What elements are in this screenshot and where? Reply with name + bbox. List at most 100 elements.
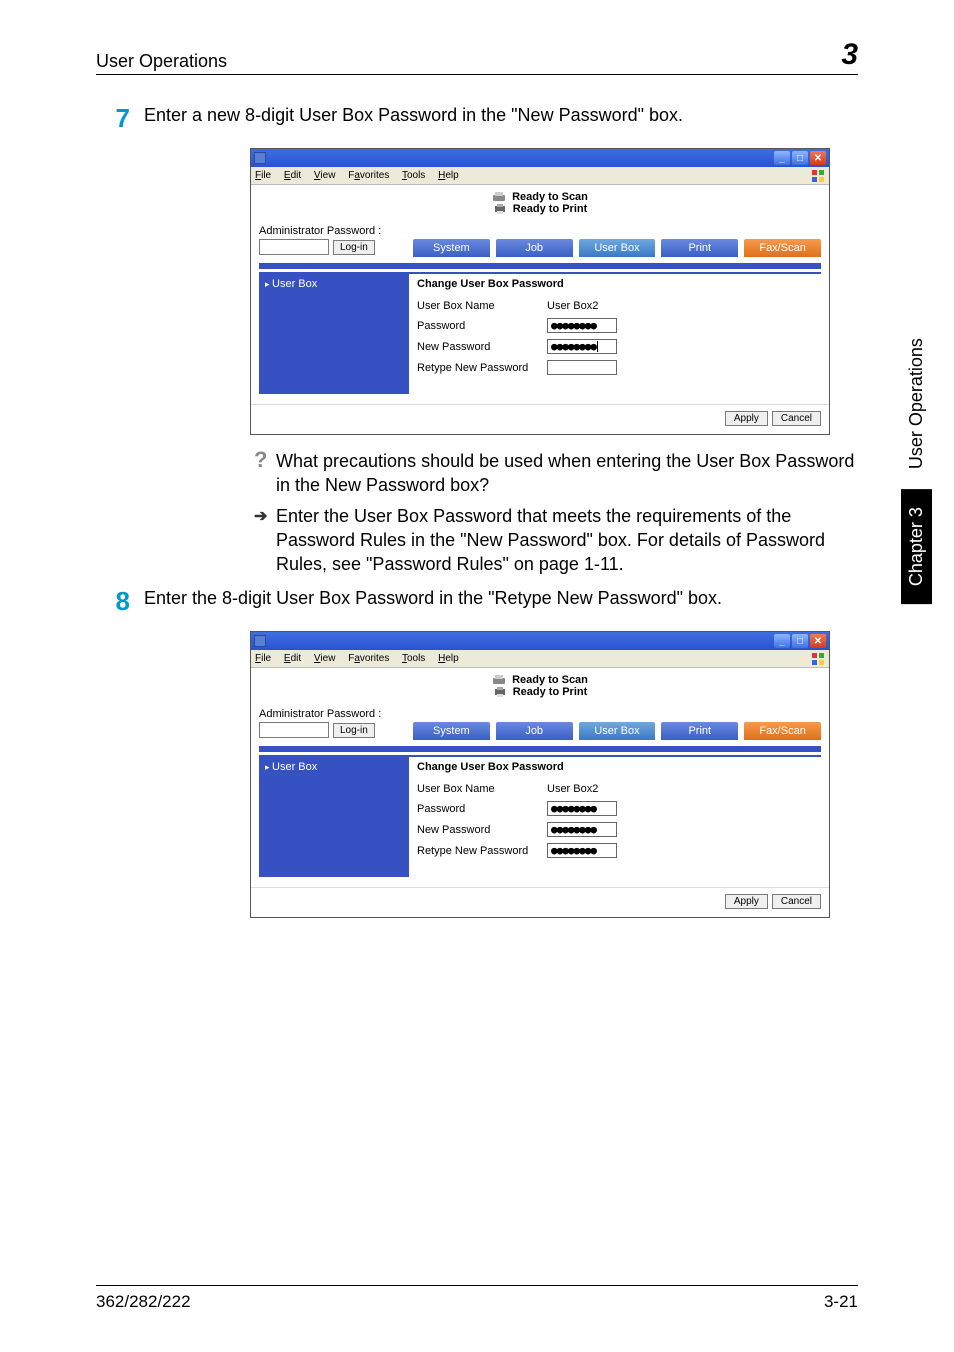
header-chapter-num: 3 [841, 38, 858, 72]
form-title: Change User Box Password [417, 761, 813, 773]
value-userbox-name: User Box2 [547, 300, 598, 312]
label-password: Password [417, 320, 547, 332]
close-button[interactable]: ✕ [810, 151, 826, 165]
page-footer: 362/282/222 3-21 [96, 1285, 858, 1312]
step-7: 7 Enter a new 8-digit User Box Password … [96, 103, 858, 134]
window-title-bar: _ □ ✕ [251, 149, 829, 167]
sidebar: User Box [259, 757, 409, 877]
new-password-input[interactable]: ●●●●●●●● [547, 822, 617, 837]
tab-strip: System Job User Box Print Fax/Scan [409, 722, 821, 740]
maximize-button[interactable]: □ [792, 634, 808, 648]
side-tab: Chapter 3 User Operations [901, 338, 932, 604]
step-number: 8 [96, 586, 144, 617]
tab-strip: System Job User Box Print Fax/Scan [409, 239, 821, 257]
menu-tools[interactable]: Tools [402, 170, 425, 181]
label-userbox-name: User Box Name [417, 300, 547, 312]
qa-block: ? What precautions should be used when e… [254, 449, 858, 498]
scanner-icon [492, 674, 506, 686]
status-print: Ready to Print [513, 686, 588, 698]
step-number: 7 [96, 103, 144, 134]
app-icon [254, 152, 266, 164]
answer-block: ➔ Enter the User Box Password that meets… [254, 504, 858, 577]
sidebar: User Box [259, 274, 409, 394]
label-retype-password: Retype New Password [417, 362, 547, 374]
login-button[interactable]: Log-in [333, 723, 375, 738]
tab-faxscan[interactable]: Fax/Scan [744, 722, 821, 740]
minimize-button[interactable]: _ [774, 151, 790, 165]
apply-button[interactable]: Apply [725, 411, 768, 426]
menu-help[interactable]: Help [438, 170, 459, 181]
tab-print[interactable]: Print [661, 239, 738, 257]
side-chapter-label: Chapter 3 [901, 489, 932, 604]
label-new-password: New Password [417, 341, 547, 353]
retype-password-input[interactable]: ●●●●●●●● [547, 843, 617, 858]
apply-button[interactable]: Apply [725, 894, 768, 909]
tab-job[interactable]: Job [496, 722, 573, 740]
tab-system[interactable]: System [413, 722, 490, 740]
tab-userbox[interactable]: User Box [579, 722, 656, 740]
status-scan: Ready to Scan [512, 674, 588, 686]
label-retype-password: Retype New Password [417, 845, 547, 857]
side-section-title: User Operations [906, 338, 927, 469]
printer-icon [493, 203, 507, 215]
password-input[interactable]: ●●●●●●●● [547, 318, 617, 333]
menu-file[interactable]: File [255, 653, 271, 664]
qa-answer: Enter the User Box Password that meets t… [276, 504, 858, 577]
app-icon [254, 635, 266, 647]
tab-job[interactable]: Job [496, 239, 573, 257]
footer-model: 362/282/222 [96, 1292, 191, 1312]
sidebar-item-userbox[interactable]: User Box [265, 761, 403, 773]
sidebar-item-userbox[interactable]: User Box [265, 278, 403, 290]
menu-edit[interactable]: Edit [284, 653, 301, 664]
step-text: Enter the 8-digit User Box Password in t… [144, 586, 858, 617]
label-userbox-name: User Box Name [417, 783, 547, 795]
tab-system[interactable]: System [413, 239, 490, 257]
tab-faxscan[interactable]: Fax/Scan [744, 239, 821, 257]
windows-flag-icon [811, 169, 825, 183]
maximize-button[interactable]: □ [792, 151, 808, 165]
screenshot-2: _ □ ✕ File Edit View Favorites Tools Hel… [250, 631, 830, 918]
page-header: User Operations 3 [96, 38, 858, 75]
close-button[interactable]: ✕ [810, 634, 826, 648]
menu-bar: File Edit View Favorites Tools Help [251, 650, 829, 668]
admin-password-label: Administrator Password : [259, 225, 409, 237]
tab-print[interactable]: Print [661, 722, 738, 740]
password-input[interactable]: ●●●●●●●● [547, 801, 617, 816]
minimize-button[interactable]: _ [774, 634, 790, 648]
label-new-password: New Password [417, 824, 547, 836]
menu-view[interactable]: View [314, 653, 336, 664]
status-scan: Ready to Scan [512, 191, 588, 203]
window-title-bar: _ □ ✕ [251, 632, 829, 650]
admin-password-input[interactable] [259, 722, 329, 738]
step-8: 8 Enter the 8-digit User Box Password in… [96, 586, 858, 617]
menu-favorites[interactable]: Favorites [348, 170, 389, 181]
retype-password-input[interactable] [547, 360, 617, 375]
value-userbox-name: User Box2 [547, 783, 598, 795]
question-mark-icon: ? [254, 449, 276, 498]
windows-flag-icon [811, 652, 825, 666]
header-title: User Operations [96, 51, 227, 72]
menu-file[interactable]: File [255, 170, 271, 181]
arrow-right-icon: ➔ [254, 504, 276, 577]
menu-view[interactable]: View [314, 170, 336, 181]
status-print: Ready to Print [513, 203, 588, 215]
tab-userbox[interactable]: User Box [579, 239, 656, 257]
admin-password-input[interactable] [259, 239, 329, 255]
cancel-button[interactable]: Cancel [772, 894, 821, 909]
printer-icon [493, 686, 507, 698]
scanner-icon [492, 191, 506, 203]
label-password: Password [417, 803, 547, 815]
form-title: Change User Box Password [417, 278, 813, 290]
screenshot-1: _ □ ✕ File Edit View Favorites Tools Hel… [250, 148, 830, 435]
login-button[interactable]: Log-in [333, 240, 375, 255]
footer-page: 3-21 [824, 1292, 858, 1312]
menu-help[interactable]: Help [438, 653, 459, 664]
qa-question: What precautions should be used when ent… [276, 449, 858, 498]
new-password-input[interactable]: ●●●●●●●● [547, 339, 617, 354]
menu-favorites[interactable]: Favorites [348, 653, 389, 664]
menu-bar: File Edit View Favorites Tools Help [251, 167, 829, 185]
cancel-button[interactable]: Cancel [772, 411, 821, 426]
menu-tools[interactable]: Tools [402, 653, 425, 664]
menu-edit[interactable]: Edit [284, 170, 301, 181]
step-text: Enter a new 8-digit User Box Password in… [144, 103, 858, 134]
